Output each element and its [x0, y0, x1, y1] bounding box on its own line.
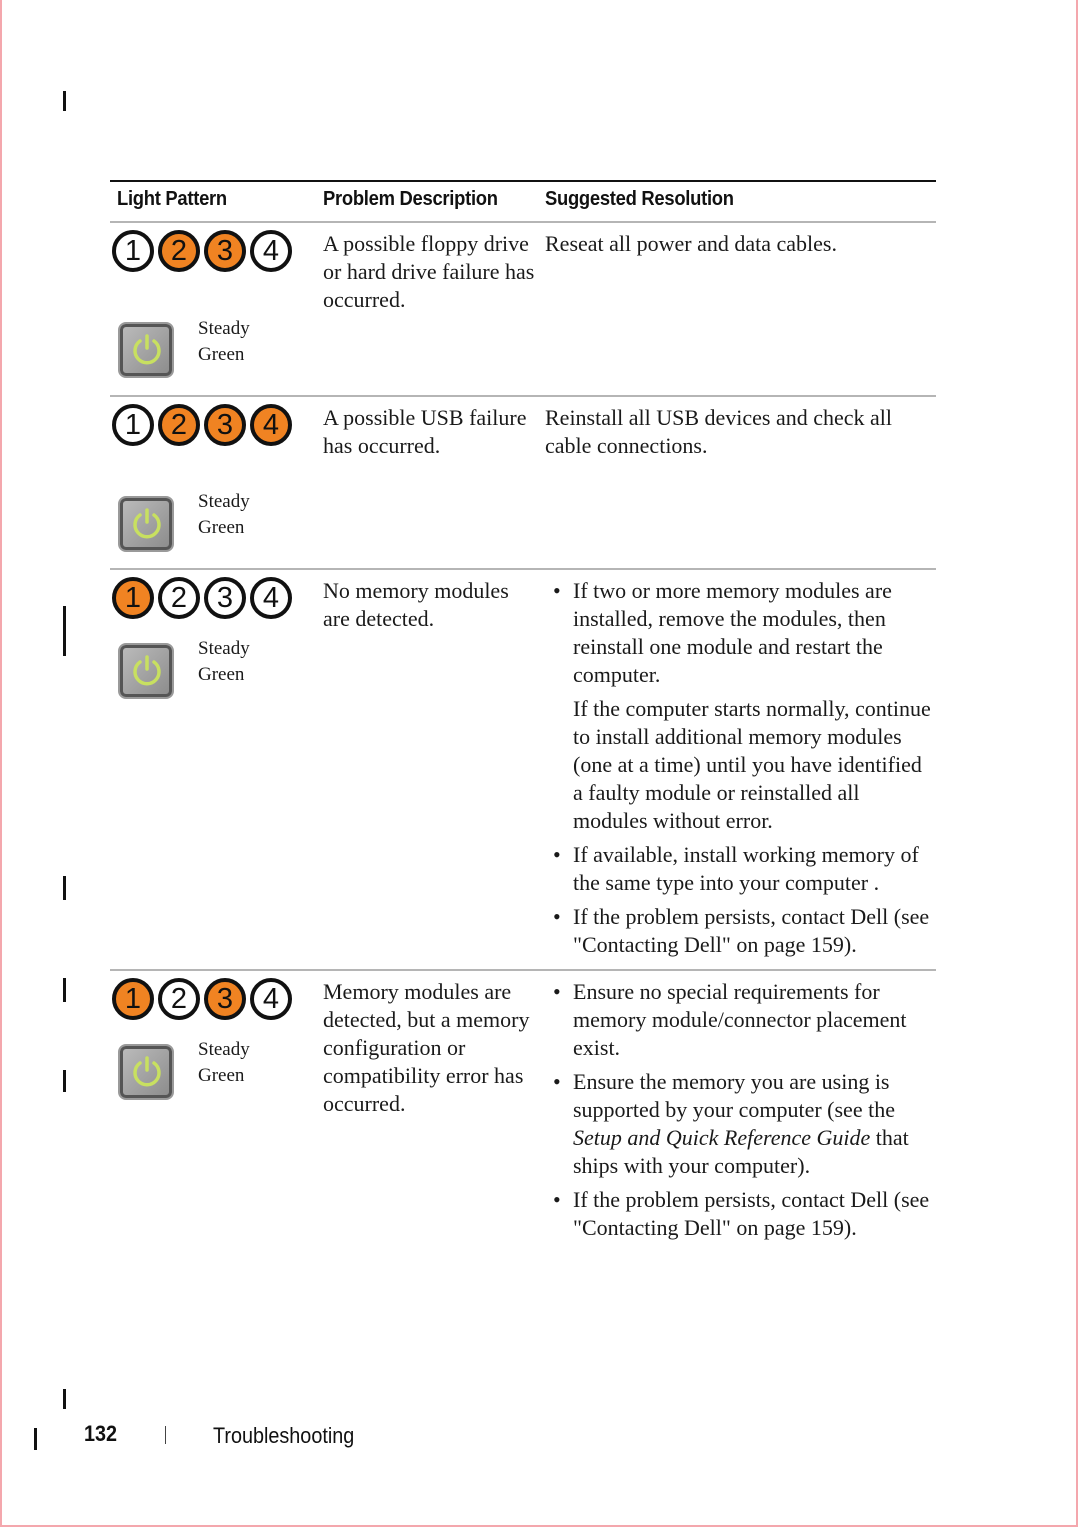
- page-number: 132: [84, 1421, 118, 1446]
- diagnostic-lights: 1 2 3 4: [112, 230, 312, 272]
- power-state-line2: Green: [198, 664, 245, 685]
- power-state-line1: Steady: [198, 1039, 250, 1060]
- diagnostic-light-2: 2: [158, 230, 200, 272]
- change-bar: [63, 1070, 66, 1092]
- diagnostic-light-4: 4: [250, 404, 292, 446]
- change-bar: [63, 978, 66, 1002]
- row-rule: [110, 395, 936, 397]
- table-row: 1 2 3 4 Steady Green Memory modules are …: [110, 974, 936, 1254]
- header-suggested-resolution: Suggested Resolution: [545, 188, 734, 210]
- change-bar: [63, 1389, 66, 1409]
- diagnostic-light-3: 3: [204, 404, 246, 446]
- power-button-icon: [118, 1044, 174, 1100]
- suggested-resolution: Reseat all power and data cables.: [545, 231, 837, 256]
- table-header: Light Pattern Problem Description Sugges…: [110, 182, 936, 220]
- table-row: 1 2 3 4 Steady Green A possible USB fail…: [110, 400, 936, 568]
- problem-description: A possible floppy drive or hard drive fa…: [323, 231, 535, 312]
- row-rule: [110, 568, 936, 570]
- change-bar: [34, 1428, 37, 1450]
- problem-description: No memory modules are detected.: [323, 578, 509, 631]
- guide-title: Setup and Quick Reference Guide: [573, 1125, 871, 1150]
- diagnostic-lights: 1 2 3 4: [112, 577, 312, 619]
- bullet-text: If two or more memory modules are instal…: [573, 578, 892, 687]
- suggested-resolution-list: • If two or more memory modules are insta…: [545, 577, 935, 959]
- resolution-bullet: • If available, install working memory of…: [545, 841, 935, 897]
- bullet-icon: •: [553, 904, 561, 929]
- bullet-icon: •: [553, 979, 561, 1004]
- power-button-icon: [118, 496, 174, 552]
- suggested-resolution-list: • Ensure no special requirements for memo…: [545, 978, 935, 1242]
- power-state-line1: Steady: [198, 318, 250, 339]
- diagnostic-light-2: 2: [158, 978, 200, 1020]
- diagnostic-light-3: 3: [204, 577, 246, 619]
- table-row: 1 2 3 4 Steady Green A possible floppy d…: [110, 226, 936, 394]
- power-state-line2: Green: [198, 344, 245, 365]
- section-title: Troubleshooting: [213, 1423, 355, 1448]
- diagnostic-lights: 1 2 3 4: [112, 404, 312, 446]
- bullet-text: If the problem persists, contact Dell (s…: [573, 1187, 930, 1240]
- suggested-resolution: Reinstall all USB devices and check all …: [545, 405, 893, 458]
- diagnostic-light-3: 3: [204, 978, 246, 1020]
- diagnostic-light-2: 2: [158, 577, 200, 619]
- problem-description: Memory modules are detected, but a memor…: [323, 979, 530, 1116]
- power-state-line2: Green: [198, 1065, 245, 1086]
- resolution-bullet: • Ensure no special requirements for memo…: [545, 978, 935, 1062]
- bullet-icon: •: [553, 1187, 561, 1212]
- power-state-label: Steady Green: [198, 636, 250, 688]
- bullet-text: If available, install working memory of …: [573, 842, 919, 895]
- power-state-line1: Steady: [198, 638, 250, 659]
- power-state-label: Steady Green: [198, 1037, 250, 1089]
- document-page: Light Pattern Problem Description Sugges…: [0, 0, 1078, 1527]
- power-state-line1: Steady: [198, 491, 250, 512]
- bullet-icon: •: [553, 842, 561, 867]
- diagnostic-light-1: 1: [112, 230, 154, 272]
- change-bar: [63, 606, 66, 656]
- diagnostic-light-2: 2: [158, 404, 200, 446]
- diagnostic-light-4: 4: [250, 978, 292, 1020]
- power-button-icon: [118, 643, 174, 699]
- footer-separator: [165, 1426, 166, 1444]
- resolution-bullet: • If the problem persists, contact Dell (…: [545, 1186, 935, 1242]
- power-state-label: Steady Green: [198, 489, 250, 541]
- bullet-text: Ensure no special requirements for memor…: [573, 979, 907, 1060]
- power-state-line2: Green: [198, 517, 245, 538]
- resolution-bullet: • Ensure the memory you are using is supp…: [545, 1068, 935, 1180]
- diagnostic-light-1: 1: [112, 978, 154, 1020]
- bullet-icon: •: [553, 578, 561, 603]
- bullet-text: Ensure the memory you are using is suppo…: [573, 1069, 895, 1122]
- header-rule: [110, 221, 936, 223]
- power-button-icon: [118, 322, 174, 378]
- bullet-icon: •: [553, 1069, 561, 1094]
- bullet-text: If the problem persists, contact Dell (s…: [573, 904, 930, 957]
- resolution-bullet: • If two or more memory modules are insta…: [545, 577, 935, 689]
- diagnostic-light-3: 3: [204, 230, 246, 272]
- row-rule: [110, 969, 936, 971]
- diagnostic-light-1: 1: [112, 404, 154, 446]
- power-state-label: Steady Green: [198, 316, 250, 368]
- header-light-pattern: Light Pattern: [117, 188, 227, 210]
- diagnostic-light-4: 4: [250, 230, 292, 272]
- problem-description: A possible USB failure has occurred.: [323, 405, 527, 458]
- change-bar: [63, 91, 66, 111]
- table-row: 1 2 3 4 Steady Green No memory modules a…: [110, 573, 936, 967]
- diagnostic-lights: 1 2 3 4: [112, 978, 312, 1020]
- resolution-followup: If the computer starts normally, continu…: [573, 696, 931, 833]
- resolution-bullet: • If the problem persists, contact Dell (…: [545, 903, 935, 959]
- diagnostic-light-1: 1: [112, 577, 154, 619]
- diagnostic-light-4: 4: [250, 577, 292, 619]
- header-problem-description: Problem Description: [323, 188, 498, 210]
- change-bar: [63, 876, 66, 900]
